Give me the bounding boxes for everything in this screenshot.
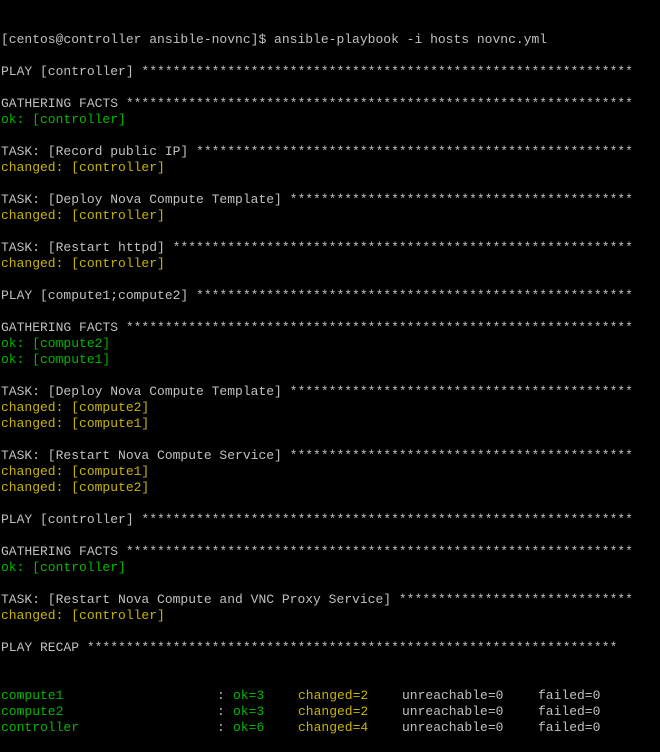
section-header-line: GATHERING FACTS ************************… bbox=[1, 320, 633, 335]
section-header-line: TASK: [Restart httpd] ******************… bbox=[1, 240, 633, 255]
section-header-line: PLAY RECAP *****************************… bbox=[1, 640, 618, 655]
recap-changed-count: changed=2 bbox=[298, 704, 369, 719]
recap-changed-count: changed=4 bbox=[298, 720, 369, 735]
section-header-line: PLAY [compute1;compute2] ***************… bbox=[1, 288, 633, 303]
shell-prompt-line: [centos@controller ansible-novnc]$ ansib… bbox=[1, 32, 548, 47]
ok-status-line: ok: [compute1] bbox=[1, 352, 111, 367]
recap-row: compute2: ok=3 changed=2 unreachable=0 faile… bbox=[1, 704, 660, 720]
changed-status-line: changed: [controller] bbox=[1, 208, 165, 223]
terminal-window[interactable]: [centos@controller ansible-novnc]$ ansib… bbox=[0, 0, 660, 735]
recap-failed-count: failed=0 bbox=[538, 720, 601, 735]
section-header-line: TASK: [Deploy Nova Compute Template] ***… bbox=[1, 192, 633, 207]
recap-ok-count: ok=6 bbox=[233, 720, 265, 735]
changed-status-line: changed: [controller] bbox=[1, 256, 165, 271]
recap-failed-count: failed=0 bbox=[538, 704, 601, 719]
recap-host: compute2 bbox=[1, 704, 64, 719]
recap-failed-count: failed=0 bbox=[538, 688, 601, 703]
changed-status-line: changed: [controller] bbox=[1, 160, 165, 175]
recap-ok-count: ok=3 bbox=[233, 704, 265, 719]
recap-ok-count: ok=3 bbox=[233, 688, 265, 703]
recap-row: controller: ok=6 changed=4 unreachable=0 fai… bbox=[1, 720, 660, 736]
recap-changed-count: changed=2 bbox=[298, 688, 369, 703]
recap-unreachable-count: unreachable=0 bbox=[402, 720, 504, 735]
ok-status-line: ok: [compute2] bbox=[1, 336, 111, 351]
recap-separator: : bbox=[217, 720, 225, 735]
changed-status-line: changed: [compute1] bbox=[1, 416, 150, 431]
recap-separator: : bbox=[217, 688, 225, 703]
section-header-line: PLAY [controller] **********************… bbox=[1, 64, 633, 79]
section-header-line: PLAY [controller] **********************… bbox=[1, 512, 633, 527]
changed-status-line: changed: [compute2] bbox=[1, 480, 150, 495]
ok-status-line: ok: [controller] bbox=[1, 560, 126, 575]
recap-row: compute1: ok=3 changed=2 unreachable=0 faile… bbox=[1, 688, 660, 704]
changed-status-line: changed: [compute2] bbox=[1, 400, 150, 415]
recap-unreachable-count: unreachable=0 bbox=[402, 688, 504, 703]
changed-status-line: changed: [compute1] bbox=[1, 464, 150, 479]
play-recap-table: compute1: ok=3 changed=2 unreachable=0 faile… bbox=[1, 688, 660, 736]
section-header-line: GATHERING FACTS ************************… bbox=[1, 96, 633, 111]
recap-host: controller bbox=[1, 720, 80, 735]
terminal-output: [centos@controller ansible-novnc]$ ansib… bbox=[1, 32, 660, 656]
section-header-line: TASK: [Restart Nova Compute and VNC Prox… bbox=[1, 592, 633, 607]
recap-separator: : bbox=[217, 704, 225, 719]
section-header-line: TASK: [Record public IP] ***************… bbox=[1, 144, 633, 159]
section-header-line: GATHERING FACTS ************************… bbox=[1, 544, 633, 559]
section-header-line: TASK: [Restart Nova Compute Service] ***… bbox=[1, 448, 633, 463]
ok-status-line: ok: [controller] bbox=[1, 112, 126, 127]
changed-status-line: changed: [controller] bbox=[1, 608, 165, 623]
section-header-line: TASK: [Deploy Nova Compute Template] ***… bbox=[1, 384, 633, 399]
recap-host: compute1 bbox=[1, 688, 64, 703]
recap-unreachable-count: unreachable=0 bbox=[402, 704, 504, 719]
